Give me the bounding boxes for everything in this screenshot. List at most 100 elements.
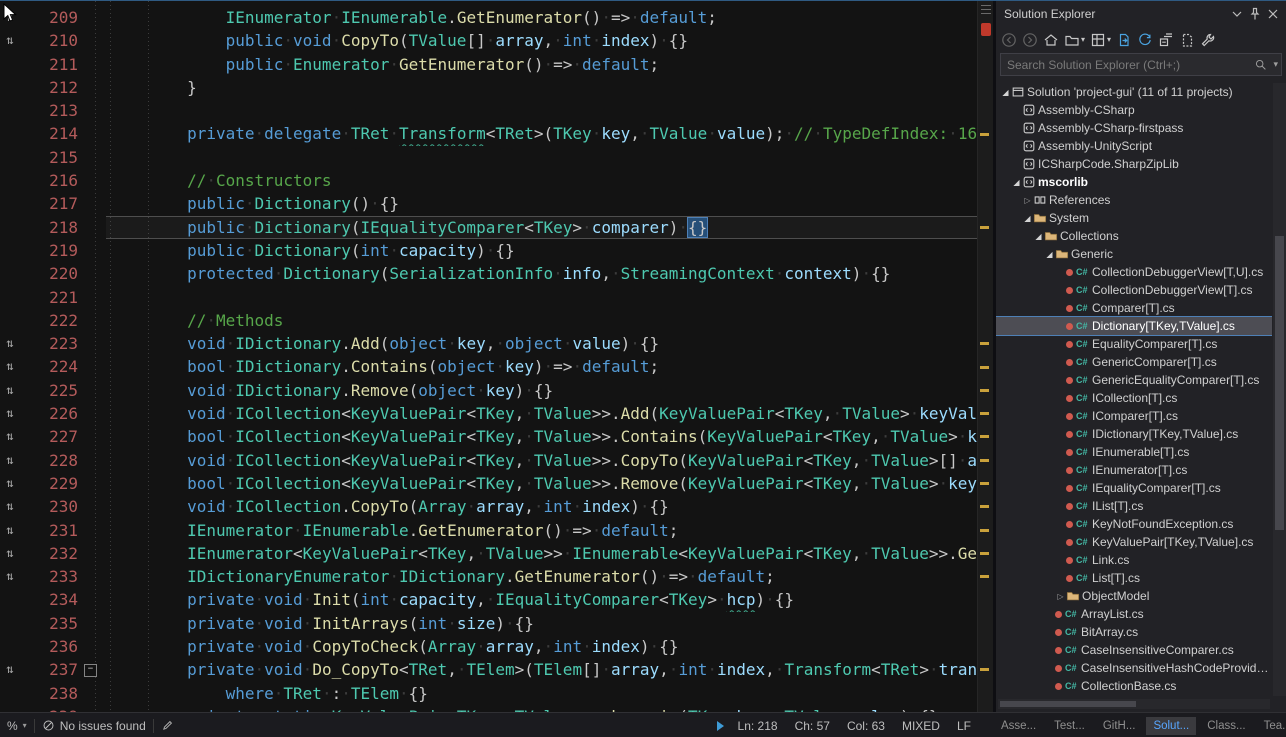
code-text[interactable] — [106, 146, 977, 169]
line-number[interactable]: 227 — [20, 425, 84, 448]
code-text[interactable]: public·Dictionary()·{} — [106, 192, 977, 215]
line-number[interactable]: 217 — [20, 192, 84, 215]
tree-item[interactable]: C#IComparer[T].cs — [996, 407, 1272, 425]
code-text[interactable]: //·Methods — [106, 309, 977, 332]
panel-tab[interactable]: Tea... — [1257, 717, 1286, 735]
tree-item[interactable]: C#IEnumerable[T].cs — [996, 443, 1272, 461]
code-line[interactable]: ⇅225void·IDictionary.Remove(object·key)·… — [0, 379, 977, 402]
collapse-icon[interactable]: ◢ — [1000, 88, 1011, 97]
show-all-files-icon[interactable] — [1178, 31, 1196, 49]
tree-item[interactable]: C#CollectionBase.cs — [996, 677, 1272, 695]
override-indicator-icon[interactable]: ⇅ — [0, 519, 20, 542]
status-nav-arrow-icon[interactable] — [717, 721, 724, 731]
line-number[interactable]: 209 — [20, 6, 84, 29]
collapse-icon[interactable]: ◢ — [1044, 250, 1055, 259]
code-text[interactable]: public·Dictionary(IEqualityComparer<TKey… — [106, 216, 977, 239]
tree-item[interactable]: C#Comparer[T].cs — [996, 299, 1272, 317]
code-lines[interactable]: ⇅ 209 IEnumerator·IEnumerable.GetEnumerato… — [0, 1, 977, 712]
code-line[interactable]: 239private·static·KeyValuePair<TKey,·TVa… — [0, 705, 977, 712]
tree-item[interactable]: C#Link.cs — [996, 551, 1272, 569]
code-line[interactable]: 211public·Enumerator·GetEnumerator()·=>·… — [0, 53, 977, 76]
line-number[interactable]: 234 — [20, 588, 84, 611]
tree-item[interactable]: ◢Solution 'project-gui' (11 of 11 projec… — [996, 83, 1272, 101]
tree-item[interactable]: C#IEqualityComparer[T].cs — [996, 479, 1272, 497]
code-line[interactable]: ⇅232IEnumerator<KeyValuePair<TKey,·TValu… — [0, 542, 977, 565]
forward-icon[interactable] — [1021, 31, 1039, 49]
code-line[interactable]: 216//·Constructors — [0, 169, 977, 192]
panel-tab[interactable]: Test... — [1047, 717, 1092, 735]
tree-item[interactable]: ◢Generic — [996, 245, 1272, 263]
code-text[interactable]: private·static·KeyValuePair<TKey,·TValue… — [106, 705, 977, 712]
line-number[interactable]: 210 — [20, 29, 84, 52]
code-line[interactable]: ⇅233IDictionaryEnumerator·IDictionary.Ge… — [0, 565, 977, 588]
tree-item[interactable]: C#GenericComparer[T].cs — [996, 353, 1272, 371]
code-line[interactable]: ⇅209IEnumerator·IEnumerable.GetEnumerato… — [0, 6, 977, 29]
code-text[interactable]: private·void·Init(int·capacity,·IEqualit… — [106, 588, 977, 611]
code-line[interactable]: 212} — [0, 76, 977, 99]
code-line[interactable]: ⇅230void·ICollection.CopyTo(Array·array,… — [0, 495, 977, 518]
tree-item[interactable]: Assembly-UnityScript — [996, 137, 1272, 155]
search-box[interactable]: ▾ — [1000, 53, 1282, 76]
tree-item[interactable]: C#CollectionDebuggerView[T,U].cs — [996, 263, 1272, 281]
line-number[interactable]: 214 — [20, 122, 84, 145]
code-text[interactable]: IEnumerator·IEnumerable.GetEnumerator()·… — [106, 519, 977, 542]
tree-item[interactable]: C#BitArray.cs — [996, 623, 1272, 641]
tree-item[interactable]: C#IEnumerator[T].cs — [996, 461, 1272, 479]
tree-item[interactable]: Assembly-CSharp — [996, 101, 1272, 119]
code-line[interactable]: 215 — [0, 146, 977, 169]
column-indicator[interactable]: Col: 63 — [847, 719, 885, 733]
code-line[interactable]: ⇅226void·ICollection<KeyValuePair<TKey,·… — [0, 402, 977, 425]
line-number[interactable]: 237 — [20, 658, 84, 681]
panel-tab[interactable]: Class... — [1200, 717, 1252, 735]
code-line[interactable]: ⇅237 private·void·Do_CopyTo<TRet,·TElem>(… — [0, 658, 977, 681]
code-text[interactable]: private·delegate·TRet·Transform<TRet>(TK… — [106, 122, 977, 145]
override-indicator-icon[interactable]: ⇅ — [0, 658, 20, 681]
tree-item[interactable]: C#CollectionDebuggerView[T].cs — [996, 281, 1272, 299]
properties-icon[interactable] — [1199, 31, 1217, 49]
search-input[interactable] — [1001, 58, 1251, 72]
code-text[interactable]: public·Enumerator·GetEnumerator()·=>·def… — [106, 53, 977, 76]
code-text[interactable]: IDictionaryEnumerator·IDictionary.GetEnu… — [106, 565, 977, 588]
line-number[interactable]: 224 — [20, 355, 84, 378]
tree-item[interactable]: ▷References — [996, 191, 1272, 209]
line-number[interactable]: 221 — [20, 286, 84, 309]
scrollbar-thumb[interactable] — [1000, 701, 1136, 707]
line-number[interactable]: 229 — [20, 472, 84, 495]
sync-active-icon[interactable] — [1115, 31, 1133, 49]
scope-icon[interactable]: ▾ — [1063, 31, 1086, 49]
line-number[interactable]: 213 — [20, 99, 84, 122]
code-line[interactable]: 218public·Dictionary(IEqualityComparer<T… — [0, 216, 977, 239]
panel-tab[interactable]: Solut... — [1146, 717, 1196, 735]
line-number[interactable]: 238 — [20, 682, 84, 705]
line-number[interactable]: 235 — [20, 612, 84, 635]
tree-item[interactable]: C#KeyValuePair[TKey,TValue].cs — [996, 533, 1272, 551]
code-text[interactable]: private·void·Do_CopyTo<TRet,·TElem>(TEle… — [106, 658, 977, 681]
panel-tab[interactable]: GitH... — [1096, 717, 1143, 735]
code-line[interactable]: ⇅228void·ICollection<KeyValuePair<TKey,·… — [0, 449, 977, 472]
close-icon[interactable] — [1264, 5, 1282, 23]
code-text[interactable]: void·IDictionary.Remove(object·key)·{} — [106, 379, 977, 402]
line-number[interactable]: 222 — [20, 309, 84, 332]
override-indicator-icon[interactable]: ⇅ — [0, 495, 20, 518]
tree-item[interactable]: C#List[T].cs — [996, 569, 1272, 587]
line-number[interactable]: 215 — [20, 146, 84, 169]
window-position-icon[interactable] — [1228, 5, 1246, 23]
code-line[interactable]: 217 public·Dictionary()·{} — [0, 192, 977, 215]
code-line[interactable]: ⇅223void·IDictionary.Add(object·key,·obj… — [0, 332, 977, 355]
expand-icon[interactable]: ▷ — [1022, 196, 1033, 205]
zoom-control[interactable]: % ▾ — [0, 719, 34, 733]
line-number[interactable]: 220 — [20, 262, 84, 285]
override-indicator-icon[interactable]: ⇅ — [0, 542, 20, 565]
scrollbar-thumb[interactable] — [1275, 236, 1284, 530]
code-line[interactable]: ⇅231 IEnumerator·IEnumerable.GetEnumerato… — [0, 519, 977, 542]
code-text[interactable]: //·Constructors — [106, 169, 977, 192]
code-text[interactable]: } — [106, 76, 977, 99]
code-text[interactable]: public·void·CopyTo(TValue[]·array,·int·i… — [106, 29, 977, 52]
code-line[interactable]: ⇅227bool·ICollection<KeyValuePair<TKey,·… — [0, 425, 977, 448]
line-number[interactable]: 231 — [20, 519, 84, 542]
tree-item[interactable]: C#CaseInsensitiveHashCodeProvider.cs — [996, 659, 1272, 677]
code-text[interactable] — [106, 286, 977, 309]
line-number[interactable]: 230 — [20, 495, 84, 518]
code-text[interactable]: IEnumerator·IEnumerable.GetEnumerator()·… — [106, 6, 977, 29]
code-text[interactable]: bool·ICollection<KeyValuePair<TKey,·TVal… — [106, 425, 977, 448]
